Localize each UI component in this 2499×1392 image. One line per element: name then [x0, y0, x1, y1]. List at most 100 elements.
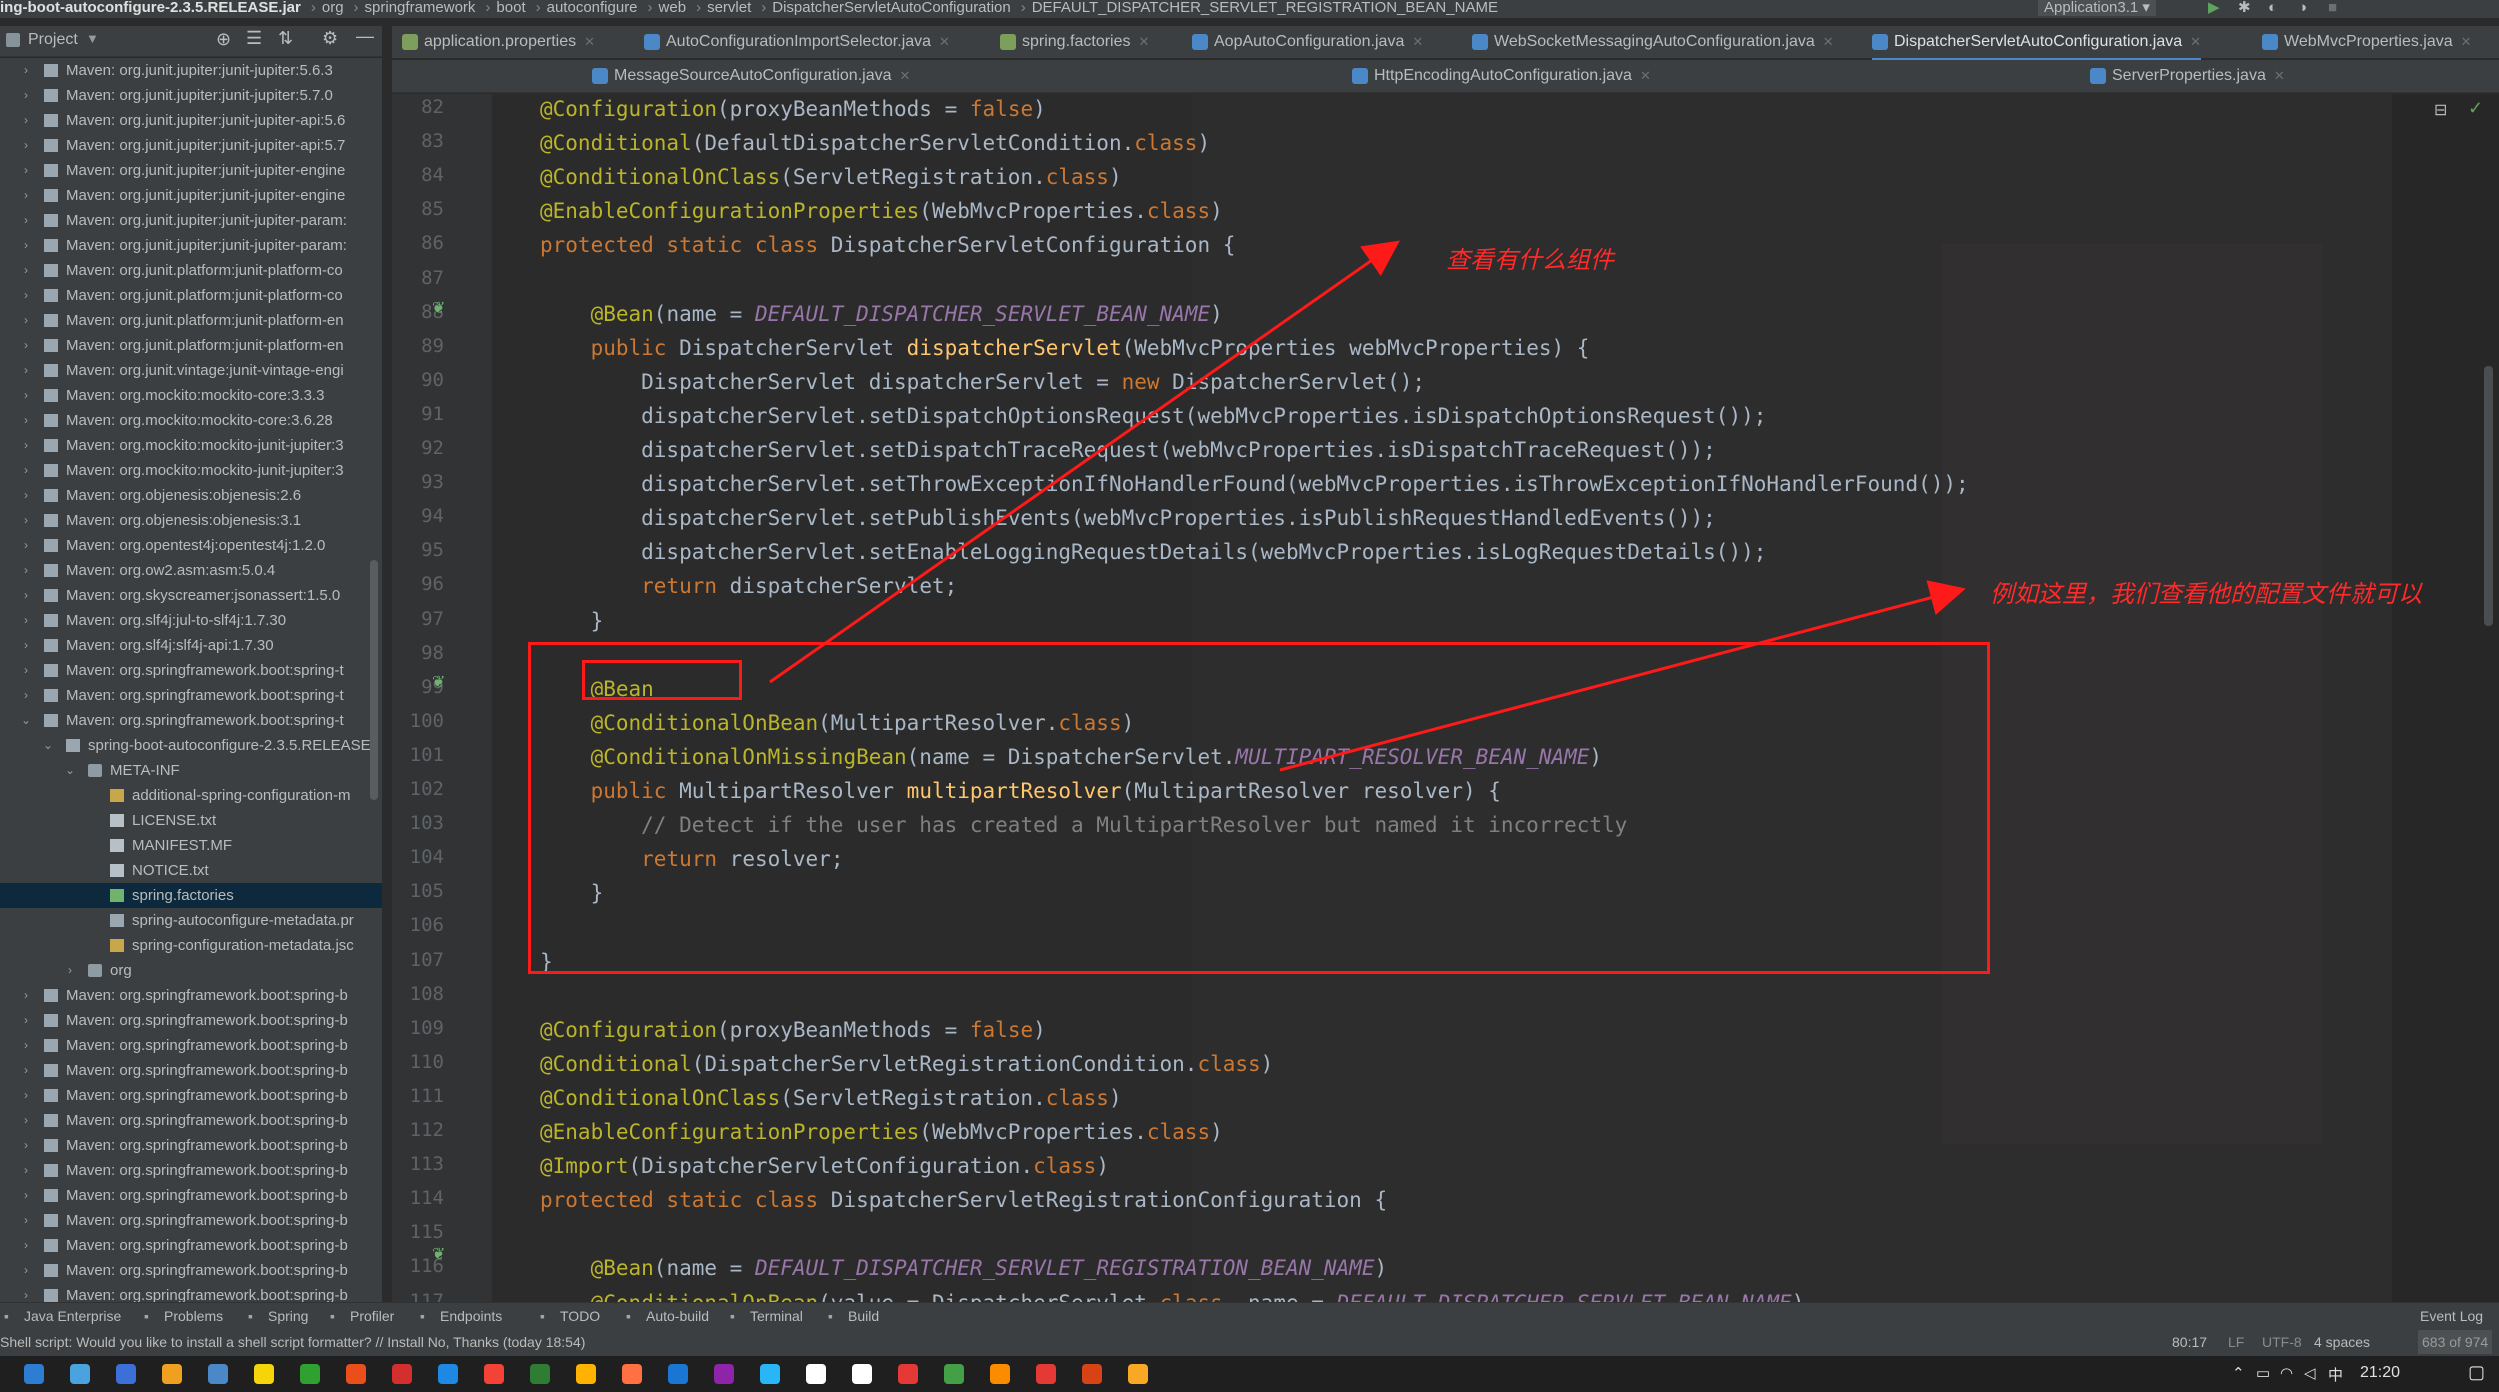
tree-item[interactable]: › Maven: org.mockito:mockito-core:3.6.28	[0, 408, 382, 433]
editor-tab[interactable]: AopAutoConfiguration.java ✕	[1192, 26, 1423, 58]
chevron-right-icon[interactable]: ›	[20, 983, 32, 1008]
tree-item[interactable]: › Maven: org.objenesis:objenesis:2.6	[0, 483, 382, 508]
tree-item[interactable]: › Maven: org.springframework.boot:spring-…	[0, 1083, 382, 1108]
chevron-down-icon[interactable]: ▼	[86, 31, 99, 46]
tree-item[interactable]: › Maven: org.springframework.boot:spring-…	[0, 1033, 382, 1058]
taskbar-app-icon[interactable]	[162, 1364, 182, 1384]
tree-item[interactable]: › Maven: org.junit.jupiter:junit-jupiter-…	[0, 108, 382, 133]
taskbar-app-icon[interactable]	[668, 1364, 688, 1384]
chevron-right-icon[interactable]: ›	[20, 1258, 32, 1283]
spring-bean-icon[interactable]: ❦	[432, 672, 452, 691]
wifi-icon[interactable]: ◠	[2280, 1364, 2293, 1382]
close-icon[interactable]: ✕	[1412, 34, 1423, 49]
run-config[interactable]: Application3.1 ▾	[2038, 0, 2156, 16]
editor-tab[interactable]: spring.factories ✕	[1000, 26, 1149, 58]
chevron-right-icon[interactable]: ›	[20, 558, 32, 583]
tree-item[interactable]: › Maven: org.skyscreamer:jsonassert:1.5.0	[0, 583, 382, 608]
clock[interactable]: 21:20	[2360, 1364, 2400, 1382]
breadcrumb-item[interactable]: web	[659, 0, 687, 16]
editor-tab[interactable]: ServerProperties.java ✕	[2090, 60, 2285, 92]
tree-item[interactable]: ⌄ Maven: org.springframework.boot:spring-…	[0, 708, 382, 733]
reader-mode-icon[interactable]: ⊟	[2434, 100, 2447, 120]
caret-position[interactable]: 80:17	[2172, 1328, 2207, 1356]
tree-item[interactable]: › Maven: org.springframework.boot:spring-…	[0, 1158, 382, 1183]
chevron-right-icon[interactable]: ›	[20, 83, 32, 108]
tree-item[interactable]: LICENSE.txt	[0, 808, 382, 833]
tree-item[interactable]: › Maven: org.junit.vintage:junit-vintage-…	[0, 358, 382, 383]
chevron-right-icon[interactable]: ›	[20, 1108, 32, 1133]
taskbar-app-icon[interactable]	[392, 1364, 412, 1384]
tree-item[interactable]: › Maven: org.springframework.boot:spring-…	[0, 1233, 382, 1258]
tree-item[interactable]: › org	[0, 958, 382, 983]
chevron-right-icon[interactable]: ›	[20, 583, 32, 608]
debug-icon[interactable]: ✱	[2238, 0, 2251, 16]
tree-item[interactable]: › Maven: org.springframework.boot:spring-…	[0, 1058, 382, 1083]
spring-bean-icon[interactable]: ❦	[432, 298, 452, 317]
close-icon[interactable]: ✕	[584, 34, 595, 49]
close-icon[interactable]: ✕	[2190, 34, 2201, 49]
indent-setting[interactable]: 4 spaces	[2314, 1328, 2370, 1356]
taskbar-app-icon[interactable]	[852, 1364, 872, 1384]
volume-icon[interactable]: ◁	[2304, 1364, 2316, 1382]
profile-icon[interactable]: ◑	[2298, 0, 2307, 16]
breadcrumb-jar[interactable]: ing-boot-autoconfigure-2.3.5.RELEASE.jar	[0, 0, 301, 16]
tree-item[interactable]: › Maven: org.springframework.boot:spring-…	[0, 1283, 382, 1302]
tree-item[interactable]: › Maven: org.springframework.boot:spring-…	[0, 683, 382, 708]
breadcrumb-item[interactable]: DEFAULT_DISPATCHER_SERVLET_REGISTRATION_…	[1032, 0, 1498, 16]
chevron-right-icon[interactable]: ›	[20, 508, 32, 533]
chevron-right-icon[interactable]: ›	[20, 208, 32, 233]
locate-icon[interactable]: ⊕	[216, 29, 231, 50]
tree-item[interactable]: › Maven: org.junit.jupiter:junit-jupiter-…	[0, 233, 382, 258]
chevron-down-icon[interactable]: ⌄	[64, 758, 76, 783]
breadcrumb-item[interactable]: servlet	[707, 0, 751, 16]
tree-item[interactable]: › Maven: org.springframework.boot:spring-…	[0, 658, 382, 683]
tree-item[interactable]: › Maven: org.slf4j:slf4j-api:1.7.30	[0, 633, 382, 658]
close-icon[interactable]: ✕	[2461, 34, 2472, 49]
taskbar-app-icon[interactable]	[208, 1364, 228, 1384]
tree-item[interactable]: › Maven: org.junit.platform:junit-platfor…	[0, 283, 382, 308]
tree-item[interactable]: ⌄ spring-boot-autoconfigure-2.3.5.RELEASE	[0, 733, 382, 758]
chevron-right-icon[interactable]: ›	[20, 1233, 32, 1258]
tree-item[interactable]: › Maven: org.junit.jupiter:junit-jupiter-…	[0, 158, 382, 183]
taskbar-app-icon[interactable]	[1128, 1364, 1148, 1384]
chevron-right-icon[interactable]: ›	[20, 1283, 32, 1302]
tree-item[interactable]: › Maven: org.mockito:mockito-junit-jupite…	[0, 433, 382, 458]
minimize-icon[interactable]: —	[356, 26, 374, 47]
close-icon[interactable]: ✕	[900, 68, 911, 83]
tree-item[interactable]: › Maven: org.junit.jupiter:junit-jupiter-…	[0, 133, 382, 158]
tree-item[interactable]: additional-spring-configuration-m	[0, 783, 382, 808]
editor-tab[interactable]: MessageSourceAutoConfiguration.java ✕	[592, 60, 910, 92]
chevron-right-icon[interactable]: ›	[20, 283, 32, 308]
ime-icon[interactable]: 中	[2328, 1364, 2343, 1385]
chevron-right-icon[interactable]: ›	[20, 1083, 32, 1108]
tool-window-button[interactable]: TODO	[560, 1303, 600, 1329]
editor-tab[interactable]: WebSocketMessagingAutoConfiguration.java…	[1472, 26, 1834, 58]
chevron-right-icon[interactable]: ›	[20, 408, 32, 433]
tool-window-button[interactable]: Profiler	[350, 1303, 394, 1329]
tool-window-button[interactable]: Terminal	[750, 1303, 803, 1329]
tree-item[interactable]: › Maven: org.springframework.boot:spring-…	[0, 1208, 382, 1233]
taskbar-app-icon[interactable]	[806, 1364, 826, 1384]
tree-item[interactable]: › Maven: org.opentest4j:opentest4j:1.2.0	[0, 533, 382, 558]
chevron-right-icon[interactable]: ›	[20, 1133, 32, 1158]
tree-item[interactable]: › Maven: org.junit.platform:junit-platfor…	[0, 308, 382, 333]
chevron-right-icon[interactable]: ›	[20, 108, 32, 133]
spring-bean-icon[interactable]: ❦	[432, 1244, 452, 1263]
tree-item[interactable]: › Maven: org.objenesis:objenesis:3.1	[0, 508, 382, 533]
tree-item[interactable]: ⌄ META-INF	[0, 758, 382, 783]
chevron-right-icon[interactable]: ›	[20, 683, 32, 708]
chevron-right-icon[interactable]: ›	[64, 958, 76, 983]
close-icon[interactable]: ✕	[939, 34, 950, 49]
expand-all-icon[interactable]: ☰	[246, 28, 262, 49]
editor-tab[interactable]: DispatcherServletAutoConfiguration.java ✕	[1872, 26, 2202, 61]
breadcrumb-item[interactable]: autoconfigure	[547, 0, 638, 16]
tree-item[interactable]: › Maven: org.junit.jupiter:junit-jupiter-…	[0, 208, 382, 233]
breadcrumb-item[interactable]: org	[322, 0, 344, 16]
event-log-button[interactable]: Event Log	[2420, 1303, 2483, 1329]
chevron-right-icon[interactable]: ›	[20, 358, 32, 383]
tree-item[interactable]: › Maven: org.junit.jupiter:junit-jupiter:…	[0, 83, 382, 108]
coverage-icon[interactable]: ◐	[2268, 0, 2277, 16]
breadcrumb-item[interactable]: DispatcherServletAutoConfiguration	[772, 0, 1010, 16]
taskbar-app-icon[interactable]	[1082, 1364, 1102, 1384]
chevron-right-icon[interactable]: ›	[20, 1158, 32, 1183]
